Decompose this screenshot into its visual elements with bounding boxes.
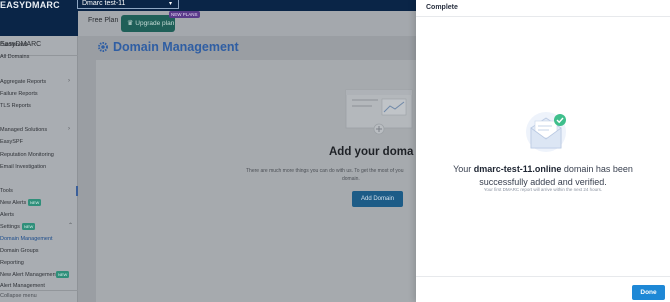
app-logo[interactable]: EASYDMARC xyxy=(0,0,60,11)
sidebar-item-reporting[interactable]: Reporting xyxy=(0,260,24,266)
success-prefix: Your xyxy=(453,164,474,174)
page-title: Domain Management xyxy=(113,40,239,54)
sidebar-item-alert-management[interactable]: Alert Management xyxy=(0,283,45,289)
sidebar-item-email-investigation[interactable]: Email Investigation xyxy=(0,164,46,170)
new-badge: NEW xyxy=(22,223,36,230)
crown-icon: ♛ xyxy=(127,20,134,27)
sidebar-item-easyspf[interactable]: EasySPF xyxy=(0,139,23,145)
chevron-right-icon: › xyxy=(68,78,70,84)
active-indicator xyxy=(76,186,78,196)
sidebar-item-new-alert-management[interactable]: New Alert Management xyxy=(0,272,57,278)
new-badge: NEW xyxy=(28,199,42,206)
gear-icon xyxy=(98,42,108,52)
success-suffix: domain has been xyxy=(561,164,633,174)
drawer-divider xyxy=(416,16,670,17)
chevron-down-icon: ▾ xyxy=(168,1,172,7)
success-message: Your dmarc-test-11.online domain has bee… xyxy=(416,163,670,188)
complete-drawer: Complete Your dmarc-test-11.online domai… xyxy=(416,0,670,302)
org-selector-label: Dmarc test-11 xyxy=(82,0,126,7)
domain-illustration-icon xyxy=(345,89,413,135)
sidebar-item-tls-reports[interactable]: TLS Reports xyxy=(0,103,31,109)
sidebar: EasyDMARC Dashboard All Domains Aggregat… xyxy=(0,36,78,302)
envelope-check-icon xyxy=(526,112,566,152)
done-button[interactable]: Done xyxy=(632,285,665,300)
org-selector[interactable]: Dmarc test-11 ▾ xyxy=(77,0,179,9)
drawer-title: Complete xyxy=(426,4,458,11)
sidebar-item-dashboard[interactable]: Dashboard xyxy=(0,42,27,48)
sidebar-item-alerts[interactable]: Alerts xyxy=(0,212,14,218)
success-subtext: Your first DMARC report will arrive with… xyxy=(483,187,603,192)
collapse-menu-button[interactable]: Collapse menu xyxy=(0,293,37,299)
sidebar-item-settings[interactable]: Settings xyxy=(0,224,20,230)
sidebar-item-all-domains[interactable]: All Domains xyxy=(0,54,29,60)
drawer-divider xyxy=(416,276,670,277)
sidebar-item-reputation-monitoring[interactable]: Reputation Monitoring xyxy=(0,152,54,158)
upgrade-plan-button[interactable]: ♛ Upgrade plan xyxy=(121,15,175,32)
add-domain-button[interactable]: Add Domain xyxy=(352,191,403,207)
plan-label: Free Plan xyxy=(88,17,119,24)
sidebar-item-failure-reports[interactable]: Failure Reports xyxy=(0,91,38,97)
upgrade-plan-label: Upgrade plan xyxy=(135,20,175,27)
empty-state-text-line2: domain. xyxy=(342,176,360,182)
success-domain: dmarc-test-11.online xyxy=(473,164,562,174)
new-plans-badge: NEW PLANS xyxy=(169,11,200,18)
sidebar-divider xyxy=(0,290,78,291)
empty-state-text: There are much more things you can do wi… xyxy=(246,168,404,174)
chevron-up-icon: ⌃ xyxy=(68,223,74,229)
success-line2: successfully added and verified. xyxy=(479,176,607,187)
sidebar-item-managed-solutions[interactable]: Managed Solutions xyxy=(0,127,47,133)
empty-state-title: Add your doma xyxy=(329,146,414,158)
sidebar-item-new-alerts[interactable]: New Alerts xyxy=(0,200,26,206)
new-badge: NEW xyxy=(56,271,70,278)
sidebar-item-aggregate-reports[interactable]: Aggregate Reports xyxy=(0,79,46,85)
chevron-right-icon: › xyxy=(68,126,70,132)
sidebar-item-tools[interactable]: Tools xyxy=(0,188,13,194)
sidebar-item-domain-management[interactable]: Domain Management xyxy=(0,236,53,242)
sidebar-item-domain-groups[interactable]: Domain Groups xyxy=(0,248,39,254)
